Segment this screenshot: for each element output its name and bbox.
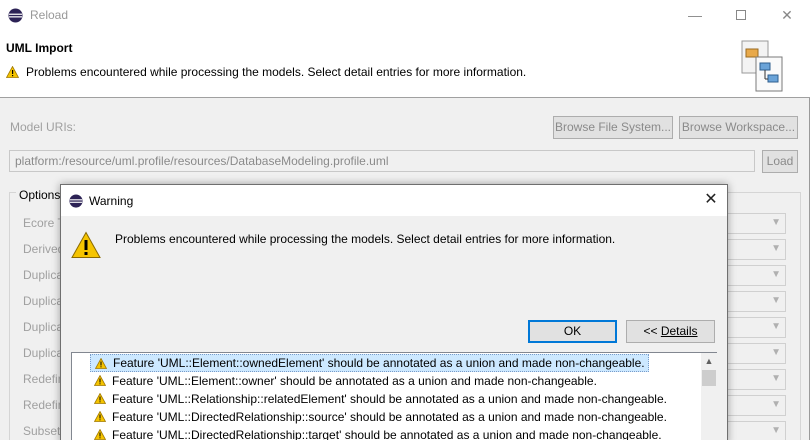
details-label: Details (660, 324, 698, 338)
dialog-title: Warning (89, 194, 134, 208)
option-label: Duplica (23, 320, 64, 334)
close-button[interactable]: ✕ (764, 0, 810, 31)
entry-text: Feature 'UML::Relationship::relatedEleme… (112, 392, 667, 406)
entry-text: Feature 'UML::DirectedRelationship::targ… (112, 428, 662, 440)
option-label: Duplica (23, 346, 64, 360)
option-combo[interactable]: ▼ (726, 265, 786, 286)
list-item[interactable]: Feature 'UML::Relationship::relatedEleme… (90, 390, 670, 408)
entry-text: Feature 'UML::Element::ownedElement' sho… (113, 356, 645, 370)
option-combo[interactable]: ▼ (726, 343, 786, 364)
chevron-down-icon: ▼ (771, 217, 781, 228)
warning-dialog: Warning ✕ Problems encountered while pro… (60, 184, 728, 440)
options-group-title: Options (16, 188, 64, 202)
dialog-close-button[interactable]: ✕ (701, 191, 721, 211)
entry-text: Feature 'UML::Element::owner' should be … (112, 374, 597, 388)
list-item[interactable]: Feature 'UML::Element::owner' should be … (90, 372, 600, 390)
option-combo[interactable]: ▼ (726, 421, 786, 440)
eclipse-icon (8, 8, 23, 23)
chevron-down-icon: ▼ (771, 347, 781, 358)
dialog-title-bar: Warning ✕ (61, 185, 727, 216)
option-combo[interactable]: ▼ (726, 213, 786, 234)
option-label: Redefin (23, 372, 65, 386)
chevron-down-icon: ▼ (771, 269, 781, 280)
chevron-down-icon: ▼ (771, 373, 781, 384)
details-prefix: << (643, 324, 661, 338)
maximize-icon (736, 10, 746, 20)
warning-icon (94, 375, 106, 386)
option-combo[interactable]: ▼ (726, 239, 786, 260)
vertical-scrollbar[interactable]: ▲ (701, 353, 717, 440)
option-label: Redefin (23, 398, 65, 412)
entry-text: Feature 'UML::DirectedRelationship::sour… (112, 410, 667, 424)
option-label: Derived (23, 242, 65, 256)
details-list[interactable]: Feature 'UML::Element::ownedElement' sho… (71, 352, 717, 440)
chevron-down-icon: ▼ (771, 425, 781, 436)
maximize-button[interactable] (718, 0, 764, 31)
option-label: Duplica (23, 268, 64, 282)
warning-icon (95, 358, 107, 369)
chevron-down-icon: ▼ (771, 243, 781, 254)
option-combo[interactable]: ▼ (726, 317, 786, 338)
option-label: Duplica (23, 294, 64, 308)
chevron-down-icon: ▼ (771, 399, 781, 410)
scrollbar-thumb[interactable] (702, 370, 716, 386)
window-title: Reload (30, 8, 69, 22)
eclipse-icon (69, 194, 83, 208)
option-combo[interactable]: ▼ (726, 369, 786, 390)
ok-button[interactable]: OK (528, 320, 617, 343)
model-uris-label: Model URIs: (10, 120, 77, 134)
warning-icon (71, 231, 101, 258)
scroll-up-icon[interactable]: ▲ (701, 353, 717, 369)
option-combo[interactable]: ▼ (726, 291, 786, 312)
load-button[interactable]: Load (762, 150, 798, 173)
header-message: Problems encountered while processing th… (26, 65, 527, 79)
chevron-down-icon: ▼ (771, 295, 781, 306)
dialog-message: Problems encountered while processing th… (115, 232, 616, 246)
list-item[interactable]: Feature 'UML::DirectedRelationship::sour… (90, 408, 670, 426)
option-combo[interactable]: ▼ (726, 395, 786, 416)
details-button[interactable]: << Details (626, 320, 715, 343)
chevron-down-icon: ▼ (771, 321, 781, 332)
title-bar: Reload — ✕ (0, 0, 810, 31)
browse-file-system-button[interactable]: Browse File System... (553, 116, 673, 139)
warning-icon (94, 393, 106, 404)
list-item[interactable]: Feature 'UML::Element::ownedElement' sho… (90, 354, 649, 372)
warning-icon (94, 429, 106, 440)
model-uri-field[interactable]: platform:/resource/uml.profile/resources… (9, 150, 755, 172)
list-item[interactable]: Feature 'UML::DirectedRelationship::targ… (90, 426, 665, 440)
wizard-header: UML Import Problems encountered while pr… (0, 31, 810, 98)
browse-workspace-button[interactable]: Browse Workspace... (679, 116, 798, 139)
option-label: Ecore T (23, 216, 65, 230)
option-label: Subset (23, 424, 61, 438)
warning-icon (6, 66, 19, 78)
uml-import-banner-icon (741, 40, 783, 92)
page-title: UML Import (6, 41, 73, 55)
minimize-button[interactable]: — (672, 0, 718, 31)
warning-icon (94, 411, 106, 422)
